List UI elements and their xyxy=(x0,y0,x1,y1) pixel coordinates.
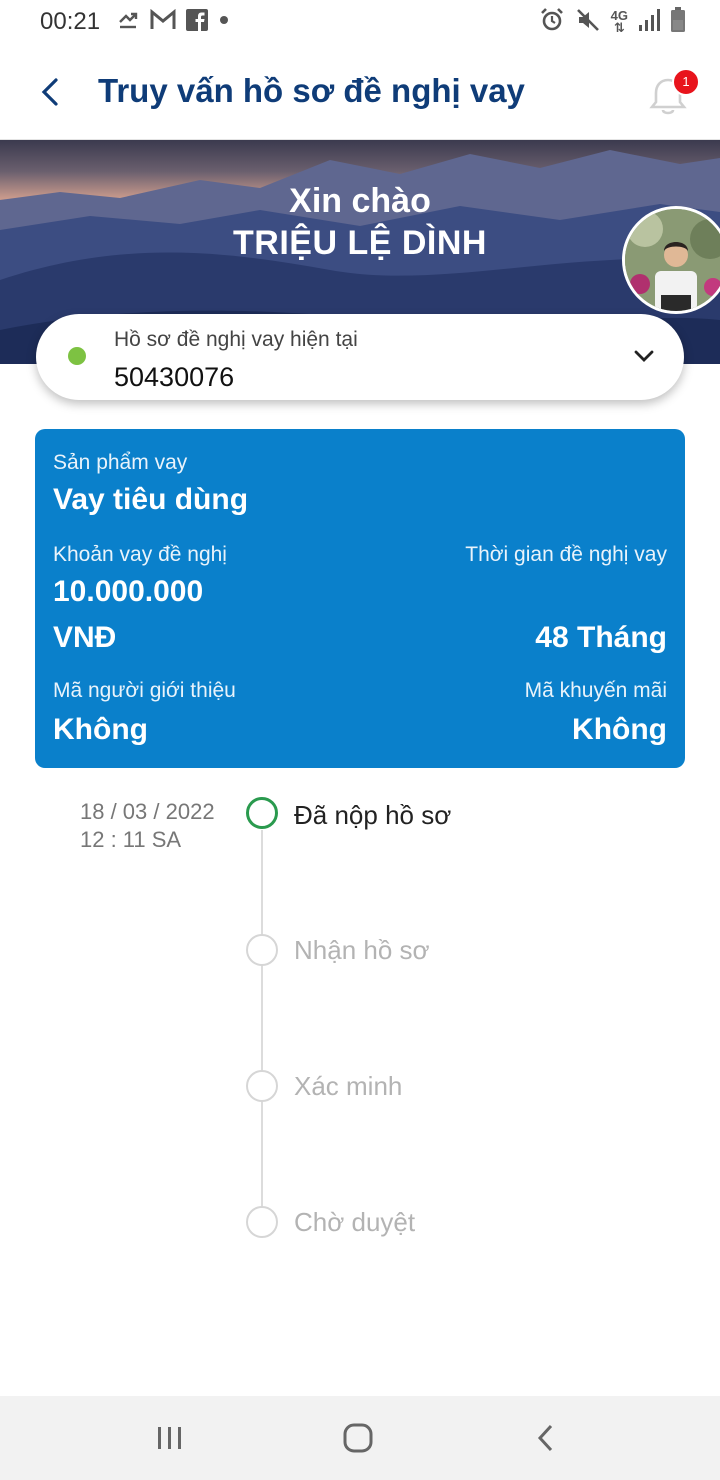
term-value: 48 Tháng xyxy=(535,621,667,654)
network-4g-icon: 4G ⇅ xyxy=(610,8,628,35)
currency-value: VNĐ xyxy=(53,621,117,654)
status-right-icons: 4G ⇅ xyxy=(539,6,686,38)
chevron-down-icon xyxy=(634,350,654,362)
dot-icon xyxy=(218,13,230,31)
loan-info-card: Sản phẩm vay Vay tiêu dùng Khoản vay đề … xyxy=(35,429,685,768)
facebook-icon xyxy=(186,8,208,36)
status-time: 00:21 xyxy=(40,8,101,35)
notification-badge: 1 xyxy=(672,68,700,96)
product-label: Sản phẩm vay xyxy=(53,451,188,474)
recent-apps-button[interactable] xyxy=(150,1418,190,1458)
step-label-pending-approval: Chờ duyệt xyxy=(294,1207,416,1237)
avatar[interactable] xyxy=(622,206,720,314)
page-title: Truy vấn hồ sơ đề nghị vay xyxy=(98,72,525,109)
greeting-text: Xin chào xyxy=(289,182,431,220)
user-name: TRIỆU LỆ DÌNH xyxy=(233,224,487,262)
alarm-icon xyxy=(539,7,565,38)
timeline-time: 12 : 11 SA xyxy=(80,827,182,852)
referrer-value: Không xyxy=(53,713,148,746)
referrer-label: Mã người giới thiệu xyxy=(53,679,236,702)
notification-button[interactable]: 1 xyxy=(644,68,700,118)
promo-label: Mã khuyến mãi xyxy=(524,679,667,702)
amount-value: 10.000.000 xyxy=(53,575,204,608)
system-nav-bar xyxy=(0,1396,720,1480)
status-bar: 00:21 4G ⇅ xyxy=(0,0,720,44)
term-label: Thời gian đề nghị vay xyxy=(465,543,667,566)
app-header: Truy vấn hồ sơ đề nghị vay 1 xyxy=(0,44,720,140)
timeline-line xyxy=(261,830,263,1222)
signal-icon xyxy=(638,8,660,37)
step-circle-verification xyxy=(246,1070,278,1102)
step-label-verification: Xác minh xyxy=(294,1071,403,1101)
system-back-button[interactable] xyxy=(526,1418,566,1458)
home-button[interactable] xyxy=(338,1418,378,1458)
status-dot xyxy=(68,347,86,365)
status-left-icons xyxy=(116,8,230,36)
mute-icon xyxy=(575,7,601,38)
step-label-submitted: Đã nộp hồ sơ xyxy=(294,800,452,830)
step-circle-submitted xyxy=(246,797,278,829)
amount-label: Khoản vay đề nghị xyxy=(53,543,227,566)
product-value: Vay tiêu dùng xyxy=(53,483,249,516)
step-label-received: Nhận hồ sơ xyxy=(294,935,430,965)
recent-apps-icon xyxy=(158,1427,181,1449)
back-button[interactable] xyxy=(30,72,70,112)
home-icon xyxy=(343,1423,373,1453)
selector-label: Hồ sơ đề nghị vay hiện tại xyxy=(114,328,358,351)
timeline-date: 18 / 03 / 2022 xyxy=(80,799,215,824)
promo-value: Không xyxy=(572,713,667,746)
step-circle-received xyxy=(246,934,278,966)
battery-icon xyxy=(670,6,686,38)
selector-value: 50430076 xyxy=(114,362,235,392)
step-circle-pending-approval xyxy=(246,1206,278,1238)
chevron-left-icon xyxy=(41,78,58,106)
back-icon xyxy=(537,1424,553,1452)
timeline-datetime: 18 / 03 / 2022 12 : 11 SA xyxy=(80,798,215,854)
data-transfer-icon xyxy=(116,8,140,37)
loan-profile-selector[interactable]: Hồ sơ đề nghị vay hiện tại 50430076 xyxy=(36,314,684,400)
gmail-icon xyxy=(150,8,176,36)
